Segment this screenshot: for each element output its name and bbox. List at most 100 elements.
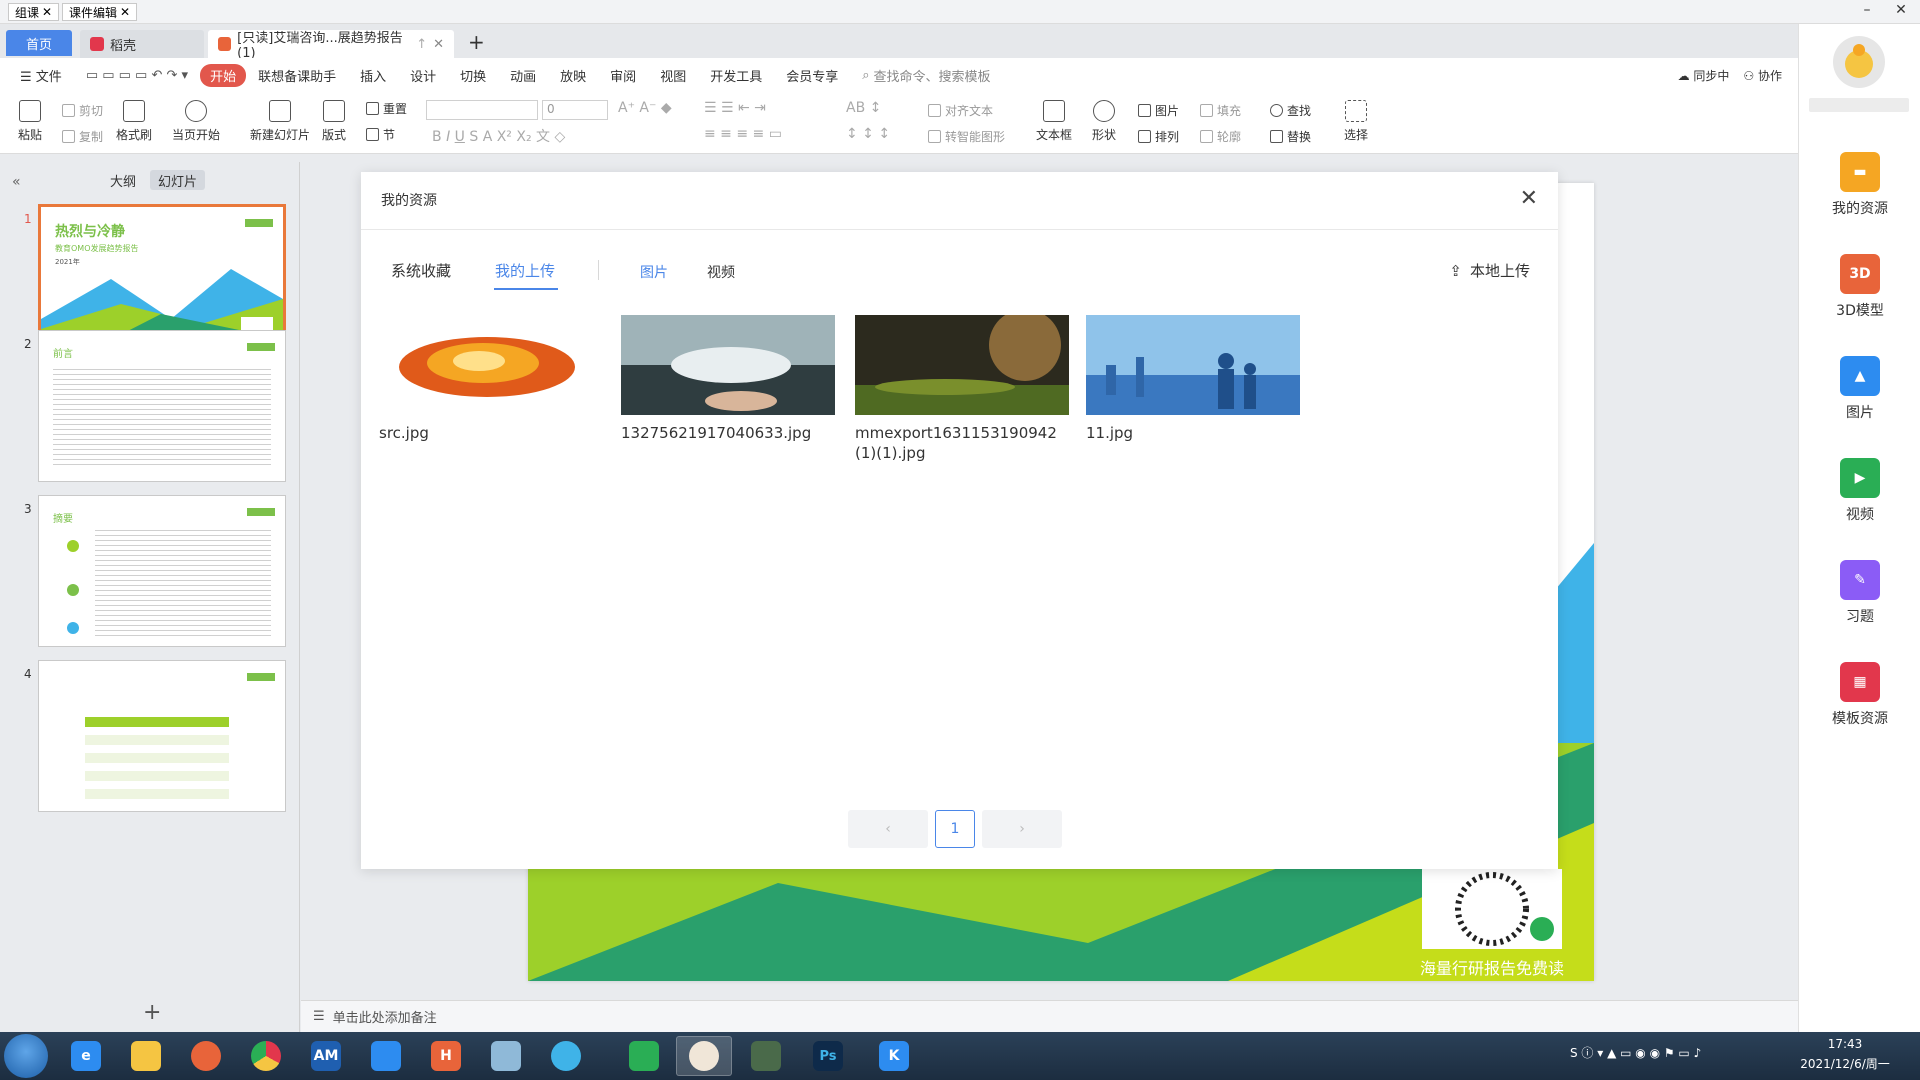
- font-name-select[interactable]: [426, 100, 538, 120]
- local-upload-button[interactable]: ⇪ 本地上传: [1449, 260, 1530, 281]
- asset-item[interactable]: mmexport1631153190942(1)(1).jpg: [855, 315, 1069, 463]
- menu-design[interactable]: 设计: [398, 66, 448, 85]
- minimize-button[interactable]: –: [1852, 2, 1882, 18]
- sidebar-item-3d-models[interactable]: 3D 3D模型: [1799, 254, 1920, 320]
- menu-animation[interactable]: 动画: [498, 66, 548, 85]
- menu-transitions[interactable]: 切换: [448, 66, 498, 85]
- prev-page-button[interactable]: ‹: [848, 810, 928, 848]
- menu-insert[interactable]: 插入: [348, 66, 398, 85]
- taskbar-chrome[interactable]: [238, 1036, 294, 1076]
- arrange-button[interactable]: 排列: [1138, 128, 1179, 145]
- taskbar-notes[interactable]: [478, 1036, 534, 1076]
- avatar[interactable]: [1833, 36, 1885, 88]
- top-tab-course[interactable]: 组课 ✕: [8, 3, 60, 21]
- sidebar-item-my-resources[interactable]: ▬ 我的资源: [1799, 152, 1920, 218]
- close-icon[interactable]: ✕: [42, 5, 52, 19]
- paste-button[interactable]: 粘贴: [18, 100, 42, 143]
- taskbar-ie[interactable]: e: [58, 1036, 114, 1076]
- tab-my-uploads[interactable]: 我的上传: [495, 260, 555, 281]
- taskbar-wechat[interactable]: [616, 1036, 672, 1076]
- taskbar-am[interactable]: AM: [298, 1036, 354, 1076]
- slide-thumbnail-2[interactable]: 前言: [38, 330, 286, 482]
- new-slide-button[interactable]: 新建幻灯片: [250, 100, 310, 143]
- asset-item[interactable]: 11.jpg: [1086, 315, 1300, 443]
- filter-images[interactable]: 图片: [640, 262, 668, 282]
- top-tab-editor[interactable]: 课件编辑 ✕: [62, 3, 138, 21]
- align-text-button[interactable]: 对齐文本: [928, 102, 993, 119]
- tab-home[interactable]: 首页: [6, 30, 72, 56]
- asset-item[interactable]: src.jpg: [379, 315, 593, 443]
- taskbar-k-app[interactable]: K: [866, 1036, 922, 1076]
- taskbar-photoshop[interactable]: Ps: [800, 1036, 856, 1076]
- taskbar-search[interactable]: [538, 1036, 594, 1076]
- collapse-panel-icon[interactable]: «: [12, 174, 21, 190]
- fill-button[interactable]: 填充: [1200, 102, 1241, 119]
- menu-lenovo-assistant[interactable]: 联想备课助手: [246, 66, 348, 85]
- menu-review[interactable]: 审阅: [598, 66, 648, 85]
- slide-thumbnail-4[interactable]: [38, 660, 286, 812]
- filter-videos[interactable]: 视频: [707, 262, 735, 282]
- tab-system-favorites[interactable]: 系统收藏: [391, 260, 451, 281]
- system-tray-icons[interactable]: S ⓘ ▾ ▲ ▭ ◉ ◉ ⚑ ▭ ♪: [1570, 1044, 1701, 1061]
- menu-developer[interactable]: 开发工具: [698, 66, 774, 85]
- command-search[interactable]: ⌕ 查找命令、搜索模板: [850, 66, 1002, 85]
- textbox-button[interactable]: 文本框: [1036, 100, 1072, 143]
- pin-icon[interactable]: ↑: [416, 37, 427, 52]
- replace-button[interactable]: 替换: [1270, 128, 1311, 145]
- notes-bar[interactable]: ☰ 单击此处添加备注: [301, 1000, 1798, 1032]
- menu-home[interactable]: 开始: [200, 63, 247, 87]
- taskbar-monitor[interactable]: [738, 1036, 794, 1076]
- text-format-icons[interactable]: B I U S A X² X₂ 文 ◇: [432, 126, 565, 146]
- find-button[interactable]: 查找: [1270, 102, 1311, 119]
- clock[interactable]: 17:43 2021/12/6/周一: [1800, 1034, 1890, 1074]
- outline-button[interactable]: 轮廓: [1200, 128, 1241, 145]
- tab-slides[interactable]: 幻灯片: [150, 170, 206, 190]
- section-button[interactable]: 节: [366, 126, 395, 143]
- play-from-current-button[interactable]: 当页开始: [172, 100, 220, 143]
- asset-item[interactable]: 13275621917040633.jpg: [621, 315, 835, 443]
- next-page-button[interactable]: ›: [982, 810, 1062, 848]
- select-button[interactable]: 选择: [1344, 100, 1368, 143]
- close-tab-icon[interactable]: ✕: [433, 37, 444, 52]
- layout-button[interactable]: 版式: [322, 100, 346, 143]
- close-window-button[interactable]: ✕: [1886, 2, 1916, 18]
- sidebar-item-videos[interactable]: ▶ 视频: [1799, 458, 1920, 524]
- spacing-icons[interactable]: ↕ ↕ ↕: [846, 126, 890, 142]
- sidebar-item-exercises[interactable]: ✎ 习题: [1799, 560, 1920, 626]
- font-size-select[interactable]: 0: [542, 100, 608, 120]
- slide-thumbnail-3[interactable]: 摘要: [38, 495, 286, 647]
- tab-active-document[interactable]: [只读]艾瑞咨询...展趋势报告(1) ↑ ✕: [208, 30, 454, 61]
- sync-status[interactable]: ☁ 同步中: [1678, 67, 1730, 84]
- align-icons[interactable]: ≡ ≡ ≡ ≡ ▭: [704, 126, 782, 142]
- page-number-button[interactable]: 1: [935, 810, 975, 848]
- menu-slideshow[interactable]: 放映: [548, 66, 598, 85]
- taskbar-explorer[interactable]: [118, 1036, 174, 1076]
- taskbar-wps[interactable]: [676, 1036, 732, 1076]
- copy-button[interactable]: 复制: [62, 128, 103, 145]
- close-icon[interactable]: ✕: [1520, 186, 1538, 211]
- taskbar-app-blue[interactable]: [358, 1036, 414, 1076]
- start-button[interactable]: [4, 1034, 48, 1078]
- taskbar-firefox[interactable]: [178, 1036, 234, 1076]
- tab-outline[interactable]: 大纲: [102, 170, 144, 190]
- list-icons[interactable]: ☰ ☰ ⇤ ⇥: [704, 100, 766, 116]
- menu-view[interactable]: 视图: [648, 66, 698, 85]
- reset-button[interactable]: 重置: [366, 100, 407, 117]
- text-direction-icons[interactable]: AB ↕: [846, 100, 881, 116]
- font-grow-icons[interactable]: A⁺ A⁻ ◆: [618, 100, 672, 116]
- shape-button[interactable]: 形状: [1092, 100, 1116, 143]
- menu-file[interactable]: ☰ 文件: [0, 66, 74, 85]
- quick-access-icons[interactable]: ▭ ▭ ▭ ▭ ↶ ↷ ▾: [74, 68, 200, 83]
- add-slide-button[interactable]: +: [143, 1000, 161, 1025]
- format-painter-button[interactable]: 格式刷: [116, 100, 152, 143]
- smartart-button[interactable]: 转智能图形: [928, 128, 1005, 145]
- cut-button[interactable]: 剪切: [62, 102, 103, 119]
- sidebar-item-pictures[interactable]: ▲ 图片: [1799, 356, 1920, 422]
- picture-button[interactable]: 图片: [1138, 102, 1179, 119]
- taskbar-h-app[interactable]: H: [418, 1036, 474, 1076]
- new-tab-button[interactable]: +: [468, 30, 485, 54]
- sidebar-item-templates[interactable]: ▦ 模板资源: [1799, 662, 1920, 728]
- menu-membership[interactable]: 会员专享: [774, 66, 850, 85]
- close-icon[interactable]: ✕: [120, 5, 130, 19]
- tab-docer[interactable]: 稻壳: [80, 30, 204, 58]
